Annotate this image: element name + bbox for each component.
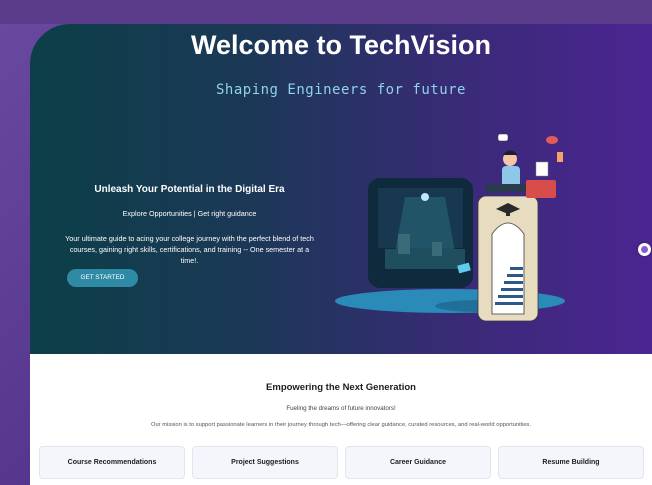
hero-heading: Unleash Your Potential in the Digital Er… (94, 184, 285, 195)
hero-description: Your ultimate guide to acing your colleg… (65, 234, 314, 265)
card-course-recommendations[interactable]: Course Recommendations (39, 446, 185, 479)
feature-cards: Course Recommendations Project Suggestio… (39, 446, 645, 479)
mission-description: Our mission is to support passionate lea… (150, 422, 532, 428)
hero-intro: Unleash Your Potential in the Digital Er… (62, 184, 317, 266)
card-career-guidance[interactable]: Career Guidance (345, 446, 491, 479)
hero-title: Welcome to TechVision (190, 30, 492, 60)
top-bar (0, 0, 652, 24)
hero-section: Welcome to TechVision Shaping Engineers … (30, 24, 652, 354)
card-resume-building[interactable]: Resume Building (498, 446, 644, 479)
mission-section: Empowering the Next Generation Fueling t… (30, 354, 652, 485)
get-started-button[interactable]: GET STARTED (67, 269, 138, 287)
hero-tagline: Explore Opportunities | Get right guidan… (122, 209, 257, 218)
mission-subtitle: Fueling the dreams of future innovators! (286, 405, 396, 412)
chat-widget-icon[interactable] (638, 243, 651, 256)
mission-title: Empowering the Next Generation (266, 382, 416, 393)
hero-subtitle: Shaping Engineers for future (215, 82, 466, 98)
card-project-suggestions[interactable]: Project Suggestions (192, 446, 338, 479)
hero-illustration (335, 133, 565, 322)
